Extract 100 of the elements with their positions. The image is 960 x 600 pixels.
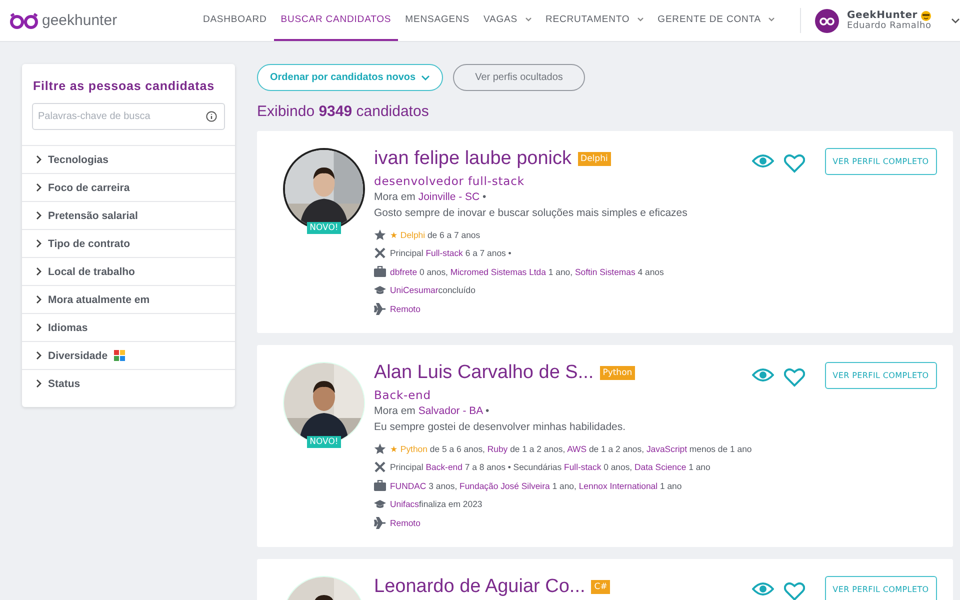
filter-item[interactable]: Idiomas: [22, 314, 235, 342]
detail-link[interactable]: Full-stack: [426, 248, 463, 258]
city-link[interactable]: Salvador - BA: [418, 405, 483, 417]
detail-link[interactable]: Ruby: [487, 444, 508, 454]
tech-tag: C#: [591, 580, 610, 594]
filter-label: Status: [48, 378, 80, 390]
search-field[interactable]: Palavras-chave de busca: [32, 103, 225, 130]
filter-item[interactable]: Tipo de contrato: [22, 230, 235, 258]
detail-link[interactable]: dbfrete: [390, 266, 418, 277]
detail-line: UniCesumarconcluído: [390, 285, 476, 296]
filter-item[interactable]: Mora atualmente em: [22, 286, 235, 314]
detail-line: dbfrete 0 anos, Micromed Sistemas Ltda 1 ano, Softin Sistemas 4 anos: [390, 266, 664, 277]
filter-title: Filtre as pessoas candidatas: [32, 79, 216, 93]
airplane-icon: [374, 516, 386, 529]
star-icon: [374, 442, 386, 455]
detail-link[interactable]: AWS: [567, 444, 587, 454]
detail-link[interactable]: Remoto: [390, 304, 420, 314]
briefcase-icon: [374, 266, 386, 278]
location-text: Mora em Joinville - SC •: [374, 191, 488, 203]
filter-item[interactable]: Local de trabalho: [22, 258, 235, 286]
detail-link[interactable]: Full-stack: [564, 462, 602, 472]
detail-link[interactable]: Back-end: [426, 462, 462, 472]
detail-line: Unifacsfinaliza em 2023: [390, 499, 482, 510]
info-icon[interactable]: [206, 111, 217, 122]
filter-item[interactable]: Diversidade: [22, 342, 235, 370]
detail-link[interactable]: Lennox International: [578, 480, 658, 491]
filter-label: Tipo de contrato: [48, 238, 130, 250]
heart-icon[interactable]: [784, 154, 805, 173]
chevron-right-icon: [35, 323, 42, 332]
candidate-name[interactable]: Leonardo de Aguiar Co...: [374, 576, 586, 598]
candidate-role: desenvolvedor full-stack: [374, 174, 526, 188]
star-icon: [374, 228, 386, 241]
detail-line: ★ Python de 5 a 6 anos, Ruby de 1 a 2 anos, AWS de 1 a 2 anos, JavaScript menos de 1 ano: [390, 444, 752, 454]
heart-icon[interactable]: [784, 368, 805, 387]
filter-label: Diversidade: [48, 350, 108, 362]
tech-tag: Delphi: [578, 152, 611, 166]
chevron-down-icon[interactable]: [951, 18, 960, 24]
filter-item[interactable]: Foco de carreira: [22, 174, 235, 202]
detail-line: Principal Back-end 7 a 8 anos • Secundárias Full-stack 0 anos, Data Science 1 ano: [390, 462, 710, 472]
chevron-right-icon: [35, 155, 42, 164]
nav-tab[interactable]: GERENTE DE CONTA: [650, 0, 782, 41]
chevron-right-icon: [35, 379, 42, 388]
briefcase-icon: [374, 480, 386, 492]
detail-link[interactable]: UniCesumar: [390, 285, 438, 296]
chevron-right-icon: [35, 267, 42, 276]
filter-label: Tecnologias: [48, 154, 108, 166]
detail-line: FUNDAC 3 anos, Fundação José Silveira 1 ano, Lennox International 1 ano: [390, 480, 682, 491]
detail-link[interactable]: Softin Sistemas: [574, 266, 636, 277]
eye-icon[interactable]: [752, 368, 774, 382]
detail-link[interactable]: Fundação José Silveira: [460, 480, 550, 491]
filter-item[interactable]: Tecnologias: [22, 146, 235, 174]
hidden-profiles-button[interactable]: Ver perfis ocultados: [453, 64, 585, 91]
filter-label: Foco de carreira: [48, 182, 130, 194]
chevron-right-icon: [35, 239, 42, 248]
detail-link[interactable]: Unifacs: [390, 499, 419, 510]
filter-item[interactable]: Pretensão salarial: [22, 202, 235, 230]
detail-link[interactable]: Data Science: [634, 462, 686, 472]
detail-link[interactable]: Micromed Sistemas Ltda: [450, 266, 546, 277]
nav-tab[interactable]: MENSAGENS: [398, 0, 476, 41]
nav-tab[interactable]: DASHBOARD: [196, 0, 274, 41]
candidate-bio: Eu sempre gostei de desenvolver minhas habilidades.: [374, 421, 627, 433]
logo-text[interactable]: geekhunter: [42, 12, 118, 29]
nav-tab[interactable]: BUSCAR CANDIDATOS: [274, 0, 398, 41]
graduation-cap-icon: [374, 286, 386, 295]
user-name: Eduardo Ramalho: [847, 21, 932, 31]
city-link[interactable]: Joinville - SC: [418, 191, 480, 203]
detail-link[interactable]: Remoto: [390, 518, 420, 528]
eye-icon[interactable]: [752, 154, 774, 168]
filter-label: Idiomas: [48, 322, 88, 334]
nav-tab[interactable]: VAGAS: [476, 0, 538, 41]
chevron-right-icon: [35, 211, 42, 220]
company-avatar-icon[interactable]: [815, 8, 839, 32]
candidate-name[interactable]: ivan felipe laube ponick: [374, 148, 572, 170]
filter-label: Pretensão salarial: [48, 210, 138, 222]
candidate-role: Back-end: [374, 388, 432, 402]
chevron-right-icon: [35, 351, 42, 360]
tech-tag: Python: [600, 366, 636, 380]
candidate-name[interactable]: Alan Luis Carvalho de S...: [374, 362, 594, 384]
heart-icon[interactable]: [784, 582, 805, 600]
detail-line: ★ Delphi de 6 a 7 anos: [390, 230, 480, 240]
new-badge: NOVO!: [306, 436, 342, 448]
graduation-cap-icon: [374, 500, 386, 509]
tools-icon: [374, 247, 386, 260]
smiley-icon: [920, 10, 931, 20]
eye-icon[interactable]: [752, 582, 774, 596]
detail-line: Principal Full-stack 6 a 7 anos •: [390, 248, 512, 258]
detail-link[interactable]: JavaScript: [646, 444, 688, 454]
logo-icon: [10, 12, 38, 28]
detail-link[interactable]: FUNDAC: [390, 480, 426, 491]
airplane-icon: [374, 302, 386, 315]
chevron-down-icon: [421, 74, 430, 80]
candidate-bio: Gosto sempre de inovar e buscar soluções mais simples e eficazes: [374, 207, 688, 219]
nav-tab[interactable]: RECRUTAMENTO: [538, 0, 651, 41]
new-badge: NOVO!: [306, 222, 342, 234]
filter-label: Local de trabalho: [48, 266, 135, 278]
tools-icon: [374, 461, 386, 474]
filter-item[interactable]: Status: [22, 370, 235, 397]
chevron-right-icon: [35, 183, 42, 192]
location-text: Mora em Salvador - BA •: [374, 405, 490, 417]
chevron-right-icon: [35, 295, 42, 304]
